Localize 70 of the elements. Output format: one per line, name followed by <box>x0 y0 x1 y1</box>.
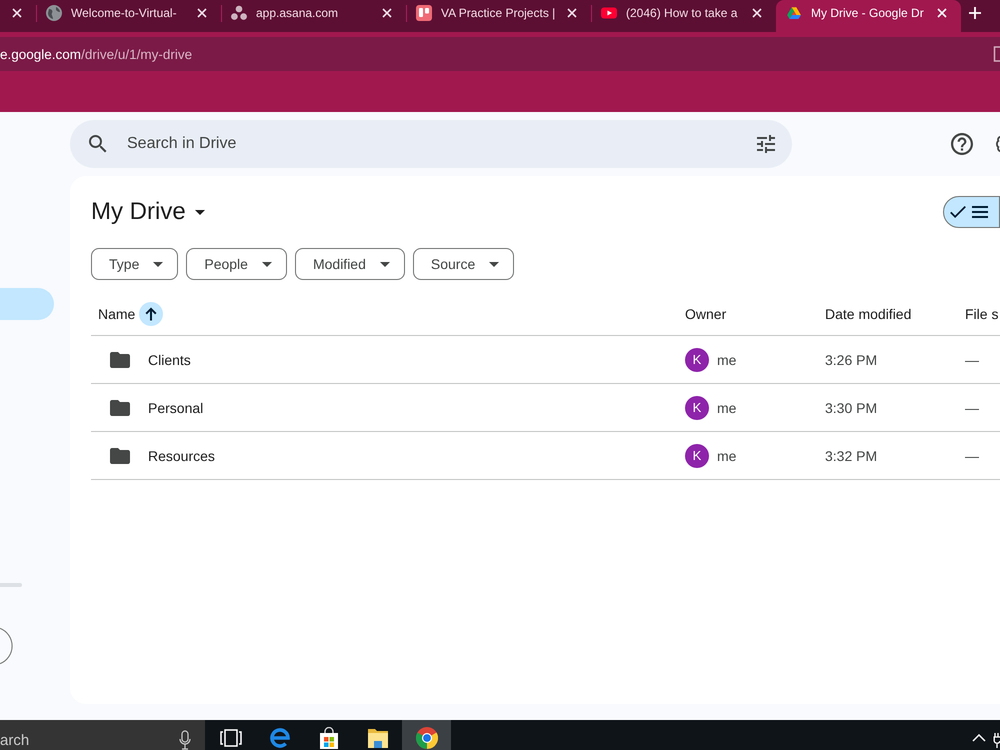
search-icon[interactable] <box>89 135 107 153</box>
search-input[interactable]: Search in Drive <box>127 135 757 153</box>
column-header[interactable]: Owner <box>678 292 818 335</box>
folder-icon <box>110 352 130 368</box>
caret-icon <box>194 210 205 214</box>
file-name: Resources <box>148 448 215 464</box>
list-view-toggle[interactable] <box>943 196 1000 228</box>
owner-avatar: K <box>685 444 709 468</box>
plus-icon[interactable] <box>969 7 981 19</box>
taskbar-search-input[interactable]: arch <box>0 732 179 748</box>
address-bar[interactable]: e.google.com/drive/u/1/my-drive <box>0 37 1000 71</box>
file-size: — <box>965 400 979 416</box>
shopping-bag-icon <box>318 727 340 749</box>
filter-chip[interactable]: Source <box>412 248 514 280</box>
folder-icon <box>110 400 130 416</box>
triangle-logo-icon <box>786 7 802 19</box>
title-dropdown[interactable]: My Drive <box>91 198 205 226</box>
sliders-icon[interactable] <box>757 135 775 153</box>
file-size: — <box>965 448 979 464</box>
column-header[interactable]: File s <box>958 292 1000 335</box>
search-field[interactable]: Search in Drive <box>70 120 792 168</box>
folder-icon <box>366 727 388 749</box>
help-icon[interactable] <box>951 133 973 155</box>
plug-icon[interactable] <box>993 732 1000 748</box>
file-name: Clients <box>148 352 191 368</box>
browser-tab[interactable]: My Drive - Google Dr <box>776 0 961 32</box>
taskbar-button[interactable] <box>402 720 451 750</box>
close-icon[interactable] <box>12 8 22 18</box>
outlined-button[interactable] <box>0 627 13 665</box>
owner-name: me <box>717 400 736 416</box>
modified-date: 3:30 PM <box>825 400 878 416</box>
owner-avatar: K <box>685 348 709 372</box>
browser-tab[interactable]: Welcome-to-Virtual- <box>36 0 221 32</box>
task-view-icon <box>220 729 242 747</box>
settings-icon[interactable] <box>996 135 1000 153</box>
owner-name: me <box>717 448 736 464</box>
close-icon[interactable] <box>567 8 577 18</box>
file-name: Personal <box>148 400 204 416</box>
browser-tab[interactable]: VA Practice Projects | <box>406 0 591 32</box>
caret-icon <box>380 262 390 266</box>
column-header[interactable]: Date modified <box>818 292 958 335</box>
owner-name: me <box>717 352 736 368</box>
close-icon[interactable] <box>197 8 207 18</box>
check-icon <box>950 206 966 218</box>
folder-icon <box>110 448 130 464</box>
list-icon <box>972 206 988 218</box>
filter-chip[interactable]: Modified <box>294 248 405 280</box>
play-icon <box>601 7 617 19</box>
ring-logo-icon <box>416 727 438 749</box>
owner-avatar: K <box>685 396 709 420</box>
chevron-up-icon[interactable] <box>972 734 986 742</box>
globe-icon <box>46 5 62 21</box>
taskbar-search-field[interactable]: arch <box>0 720 205 750</box>
browser-tab[interactable]: (2046) How to take a <box>591 0 776 32</box>
filter-chip[interactable]: Type <box>91 248 178 280</box>
modified-date: 3:32 PM <box>825 448 878 464</box>
browser-tab[interactable]: app.asana.com <box>221 0 406 32</box>
board-icon <box>416 5 432 21</box>
file-size: — <box>965 352 979 368</box>
three-circles-icon <box>231 5 247 21</box>
close-icon[interactable] <box>752 8 762 18</box>
filter-chip[interactable]: People <box>186 248 287 280</box>
caret-icon <box>262 262 272 266</box>
e-logo-icon <box>268 727 290 749</box>
caret-icon <box>153 262 164 266</box>
modified-date: 3:26 PM <box>825 352 878 368</box>
caret-icon <box>489 262 500 266</box>
column-header[interactable]: Name <box>91 292 678 335</box>
close-icon[interactable] <box>382 8 392 18</box>
microphone-icon[interactable] <box>179 730 191 750</box>
